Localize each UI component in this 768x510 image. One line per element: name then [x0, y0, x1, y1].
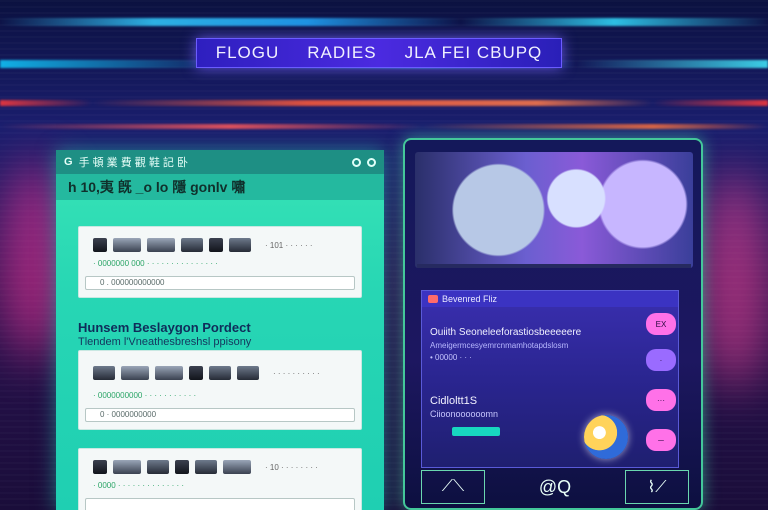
product-card[interactable]: · 10 · · · · · · · · · 0000 · · · · · · …: [78, 448, 362, 510]
side-button[interactable]: EX: [646, 313, 676, 335]
video-player[interactable]: [415, 152, 693, 268]
card-input[interactable]: 0 · 0000000000: [85, 408, 355, 422]
product-card[interactable]: · · · · · · · · · · · 0000000000 · · · ·…: [78, 350, 362, 430]
product-thumb[interactable]: [121, 366, 149, 380]
bottom-nav: ⟋⟍ @Q ⌇⟋: [421, 470, 689, 504]
chat-panel: Bevenred Fliz Ouiith Seoneleeforastiosbe…: [421, 290, 679, 468]
thumb-row: · 10 · · · · · · · ·: [79, 449, 361, 475]
search-button[interactable]: @Q: [535, 470, 575, 504]
section-title: Hunsem Beslaygon Pordect: [78, 320, 251, 335]
side-button[interactable]: ···: [646, 389, 676, 411]
product-thumb[interactable]: [147, 238, 175, 252]
product-thumb[interactable]: [209, 238, 223, 252]
glow: [700, 170, 768, 390]
section-subtitle: Tlendem l'Vneathesbreshsl ppisony: [78, 336, 252, 348]
panel-heading: h 10,夷 旣 _o lo 隱 gonlv 嘯: [56, 174, 384, 200]
nav-left-button[interactable]: ⟋⟍: [421, 470, 485, 504]
glitch-band: [0, 100, 768, 106]
card-meta: · 0000 · · · · · · · · · · · · · ·: [93, 481, 185, 490]
topbar-text: 手 頓 業 費 觀 鞋 記 卧: [78, 157, 188, 169]
page-title: FLOGU RADIES JLA FEI CBUPQ: [196, 38, 562, 68]
tablet-device: Bevenred Fliz Ouiith Seoneleeforastiosbe…: [403, 138, 703, 510]
chat-input[interactable]: [452, 427, 500, 436]
card-meta: · 10 · · · · · · · ·: [265, 462, 318, 472]
product-thumb[interactable]: [113, 238, 141, 252]
product-thumb[interactable]: [195, 460, 217, 474]
product-thumb[interactable]: [93, 460, 107, 474]
chat-header: Bevenred Fliz: [422, 291, 678, 307]
card-meta: · · · · · · · · · ·: [273, 368, 320, 378]
progress-track: [417, 264, 691, 268]
product-card[interactable]: · 101 · · · · · · · 0000000 000 · · · · …: [78, 226, 362, 298]
card-meta: · 0000000000 · · · · · · · · · · ·: [93, 391, 197, 400]
message-text: Ouiith Seoneleeforastiosbeeeeere: [430, 327, 582, 338]
message-text: Cidloltt1S: [430, 395, 478, 407]
panel-topbar: G 手 頓 業 費 觀 鞋 記 卧: [56, 150, 384, 174]
product-thumb[interactable]: [209, 366, 231, 380]
assistant-orb-icon[interactable]: [584, 415, 628, 459]
chat-title: Bevenred Fliz: [442, 294, 498, 304]
thumb-row: · 101 · · · · · ·: [79, 227, 361, 253]
message-subtext: Ciioonoooooomn: [430, 409, 499, 419]
product-thumb[interactable]: [93, 366, 115, 380]
message-meta: • 00000 · · ·: [430, 353, 472, 362]
product-thumb[interactable]: [175, 460, 189, 474]
card-meta: · 0000000 000 · · · · · · · · · · · · · …: [93, 259, 218, 268]
product-thumb[interactable]: [223, 460, 251, 474]
product-thumb[interactable]: [189, 366, 203, 380]
side-button[interactable]: ·: [646, 349, 676, 371]
card-meta: · 101 · · · · · ·: [265, 240, 313, 250]
title-part: RADIES: [307, 43, 377, 62]
product-thumb[interactable]: [237, 366, 259, 380]
card-input[interactable]: [85, 498, 355, 510]
product-panel: G 手 頓 業 費 觀 鞋 記 卧 h 10,夷 旣 _o lo 隱 gonlv…: [56, 150, 384, 510]
product-thumb[interactable]: [113, 460, 141, 474]
nav-right-button[interactable]: ⌇⟋: [625, 470, 689, 504]
thumb-row: · · · · · · · · · ·: [79, 351, 361, 385]
product-thumb[interactable]: [93, 238, 107, 252]
chat-logo-icon: [428, 295, 438, 303]
glitch-band: [0, 18, 768, 26]
side-button[interactable]: ─: [646, 429, 676, 451]
glitch-band: [0, 124, 768, 129]
video-progress-bar[interactable]: [417, 264, 691, 268]
product-thumb[interactable]: [155, 366, 183, 380]
panel-logo: G: [64, 156, 73, 168]
message-subtext: Ameigermcesyemrcnmamhotapdslosm: [430, 341, 569, 350]
menu-icon[interactable]: [367, 157, 376, 167]
title-part: FLOGU: [215, 43, 280, 62]
product-thumb[interactable]: [181, 238, 203, 252]
card-input[interactable]: 0 . 000000000000: [85, 276, 355, 290]
title-part: JLA FEI CBUPQ: [404, 43, 543, 62]
product-thumb[interactable]: [147, 460, 169, 474]
status-icon[interactable]: [352, 157, 361, 167]
product-thumb[interactable]: [229, 238, 251, 252]
